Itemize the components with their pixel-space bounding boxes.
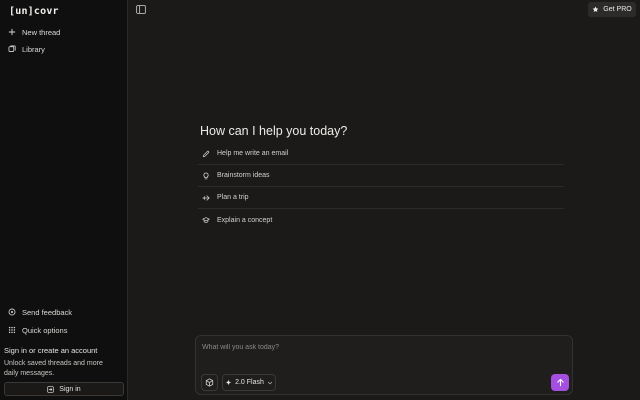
sidebar: [un]covr New thread Library Send feedbac… [0,0,128,400]
suggestion-write-email[interactable]: Help me write an email [198,143,564,165]
library-icon [8,45,16,52]
message-composer: 2.0 Flash [195,335,573,395]
pencil-icon [202,150,210,157]
sign-in-label: Sign in [59,385,81,393]
suggestion-explain-concept[interactable]: Explain a concept [198,209,564,231]
library-button[interactable]: Library [8,42,45,56]
suggestion-label: Help me write an email [217,150,289,157]
feedback-icon [8,308,16,316]
suggestion-plan-trip[interactable]: Plan a trip [198,187,564,209]
cube-icon [205,378,214,387]
suggestion-label: Plan a trip [217,194,249,201]
quick-options-label: Quick options [22,325,68,335]
sparkle-icon [225,379,232,386]
suggestion-label: Explain a concept [217,216,273,224]
app-logo[interactable]: [un]covr [9,6,59,17]
new-thread-label: New thread [22,27,61,37]
graduation-cap-icon [202,217,210,223]
send-feedback-button[interactable]: Send feedback [8,305,72,319]
plane-icon [202,194,210,201]
send-button[interactable] [551,374,569,391]
sidebar-panel-icon [136,5,146,14]
sidebar-toggle-button[interactable] [136,5,146,14]
model-label: 2.0 Flash [235,379,264,386]
signin-prompt: Sign in or create an account Unlock save… [4,346,124,379]
suggestion-label: Brainstorm ideas [217,172,270,179]
star-icon [592,6,599,12]
tools-button[interactable] [201,374,218,391]
get-pro-label: Get PRO [603,6,632,13]
send-feedback-label: Send feedback [22,307,73,317]
new-thread-button[interactable]: New thread [8,25,60,39]
arrow-up-icon [556,378,564,387]
message-input[interactable] [202,341,532,353]
plus-icon [8,28,16,36]
suggestion-brainstorm[interactable]: Brainstorm ideas [198,165,564,187]
chevron-down-icon [267,381,273,384]
library-label: Library [22,44,45,54]
signin-title: Sign in or create an account [4,346,98,355]
sign-in-icon [47,385,54,393]
get-pro-button[interactable]: Get PRO [588,2,636,17]
quick-options-button[interactable]: Quick options [8,323,67,337]
lightbulb-icon [203,172,209,179]
model-selector[interactable]: 2.0 Flash [222,374,276,391]
grid-icon [8,326,16,334]
page-title: How can I help you today? [200,124,348,138]
sign-in-button[interactable]: Sign in [4,382,124,396]
signin-description: Unlock saved threads and more daily mess… [4,360,103,377]
suggestion-list: Help me write an email Brainstorm ideas … [198,143,564,231]
